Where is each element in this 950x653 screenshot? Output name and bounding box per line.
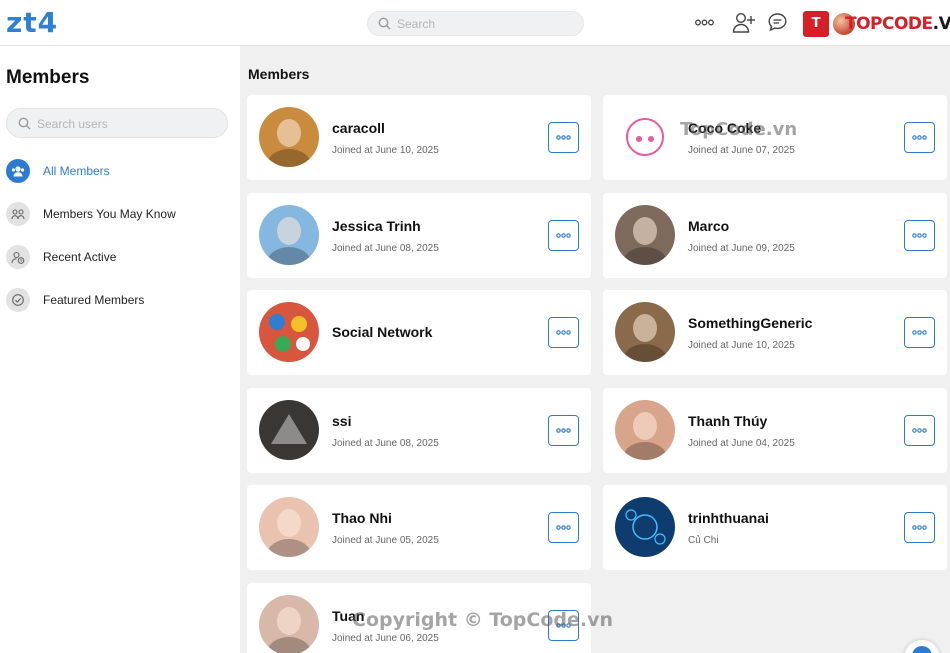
user-search-placeholder: Search users	[37, 117, 108, 131]
member-joined-date: Joined at June 10, 2025	[332, 145, 439, 156]
member-joined-date: Joined at June 09, 2025	[688, 243, 795, 254]
brand-name: TOPCODE.VN	[845, 14, 950, 34]
brand-box: T	[803, 10, 829, 37]
global-search-input[interactable]: Search	[367, 11, 584, 36]
page-title: Members	[248, 66, 310, 82]
member-name[interactable]: Tuan	[332, 608, 364, 624]
member-name[interactable]: ssi	[332, 413, 351, 429]
member-name[interactable]: Marco	[688, 218, 729, 234]
user-search-input[interactable]: Search users	[6, 108, 228, 138]
member-name[interactable]: Thanh Thúy	[688, 413, 767, 429]
more-dots-icon	[556, 623, 571, 628]
avatar[interactable]	[259, 595, 319, 653]
member-options-button[interactable]	[548, 415, 579, 446]
more-dots-icon	[912, 428, 927, 433]
member-joined-date: Joined at June 06, 2025	[332, 633, 439, 644]
member-name[interactable]: trinhthuanai	[688, 510, 769, 526]
more-dots-icon	[556, 135, 571, 140]
avatar[interactable]	[259, 205, 319, 265]
avatar[interactable]	[615, 302, 675, 362]
member-card[interactable]: trinhthuanai Củ Chi	[603, 485, 947, 570]
sidebar-item-all-members[interactable]: All Members	[6, 159, 110, 183]
member-card[interactable]: Thanh Thúy Joined at June 04, 2025	[603, 388, 947, 473]
member-joined-date: Joined at June 08, 2025	[332, 438, 439, 449]
more-dots-icon	[556, 233, 571, 238]
member-card[interactable]: SomethingGeneric Joined at June 10, 2025	[603, 290, 947, 375]
more-dots-icon	[556, 525, 571, 530]
sidebar-item-label: Recent Active	[43, 250, 117, 264]
sidebar-title: Members	[6, 67, 90, 88]
chat-icon	[912, 646, 932, 653]
member-card[interactable]: caracoll Joined at June 10, 2025	[247, 95, 591, 180]
messages-icon[interactable]	[767, 12, 788, 33]
member-options-button[interactable]	[548, 122, 579, 153]
more-dots-icon	[912, 525, 927, 530]
member-options-button[interactable]	[548, 220, 579, 251]
top-bar: zt4 Search T TOPCODE.VN ▾	[0, 0, 950, 46]
search-icon	[18, 117, 31, 130]
more-dots-icon	[556, 330, 571, 335]
brand-name-red: TOPCODE	[845, 13, 933, 34]
avatar[interactable]	[259, 497, 319, 557]
more-dots-icon	[556, 428, 571, 433]
member-joined-date: Joined at June 08, 2025	[332, 243, 439, 254]
people-icon	[6, 202, 30, 226]
member-name[interactable]: Jessica Trinh	[332, 218, 421, 234]
member-card[interactable]: ssi Joined at June 08, 2025	[247, 388, 591, 473]
chat-fab-button[interactable]	[904, 640, 940, 653]
member-options-button[interactable]	[904, 415, 935, 446]
app-logo[interactable]: zt4	[6, 6, 58, 39]
member-name[interactable]: Coco Coke	[688, 120, 761, 136]
member-options-button[interactable]	[904, 122, 935, 153]
member-joined-date: Joined at June 10, 2025	[688, 340, 795, 351]
sidebar-item-label: Featured Members	[43, 293, 145, 307]
add-friend-icon[interactable]	[732, 12, 756, 34]
member-joined-date: Joined at June 04, 2025	[688, 438, 795, 449]
member-name[interactable]: caracoll	[332, 120, 385, 136]
sidebar-item-featured-members[interactable]: Featured Members	[6, 288, 144, 312]
recent-user-icon	[6, 245, 30, 269]
avatar[interactable]	[615, 497, 675, 557]
member-joined-date: Joined at June 05, 2025	[332, 535, 439, 546]
avatar[interactable]	[615, 205, 675, 265]
members-icon	[6, 159, 30, 183]
member-card[interactable]: Social Network	[247, 290, 591, 375]
sidebar-item-label: Members You May Know	[43, 207, 176, 221]
avatar[interactable]	[615, 400, 675, 460]
member-card[interactable]: Coco Coke Joined at June 07, 2025	[603, 95, 947, 180]
brand-logo[interactable]: T TOPCODE.VN ▾	[803, 9, 950, 38]
member-card[interactable]: Marco Joined at June 09, 2025	[603, 193, 947, 278]
member-card[interactable]: Tuan Joined at June 06, 2025	[247, 583, 591, 653]
avatar[interactable]	[259, 400, 319, 460]
member-options-button[interactable]	[904, 220, 935, 251]
member-options-button[interactable]	[904, 317, 935, 348]
avatar[interactable]	[259, 107, 319, 167]
more-dots-icon	[912, 330, 927, 335]
avatar[interactable]	[259, 302, 319, 362]
member-name[interactable]: Social Network	[332, 324, 432, 340]
member-options-button[interactable]	[904, 512, 935, 543]
member-name[interactable]: SomethingGeneric	[688, 315, 812, 331]
member-options-button[interactable]	[548, 317, 579, 348]
more-dots-icon	[912, 233, 927, 238]
sidebar-item-label: All Members	[43, 164, 110, 178]
search-icon	[378, 17, 391, 30]
member-joined-date: Joined at June 07, 2025	[688, 145, 795, 156]
more-dots-icon	[912, 135, 927, 140]
member-options-button[interactable]	[548, 512, 579, 543]
sidebar: Members Search users All Members Members…	[0, 46, 240, 653]
member-options-button[interactable]	[548, 610, 579, 641]
brand-name-dark: .VN	[932, 13, 950, 34]
sidebar-item-members-you-may-know[interactable]: Members You May Know	[6, 202, 176, 226]
search-placeholder: Search	[397, 17, 436, 31]
member-joined-date: Củ Chi	[688, 535, 719, 546]
check-circle-icon	[6, 288, 30, 312]
avatar[interactable]	[615, 107, 675, 167]
member-name[interactable]: Thao Nhi	[332, 510, 392, 526]
sidebar-item-recent-active[interactable]: Recent Active	[6, 245, 116, 269]
member-card[interactable]: Thao Nhi Joined at June 05, 2025	[247, 485, 591, 570]
more-dots-icon[interactable]	[695, 19, 714, 26]
member-card[interactable]: Jessica Trinh Joined at June 08, 2025	[247, 193, 591, 278]
